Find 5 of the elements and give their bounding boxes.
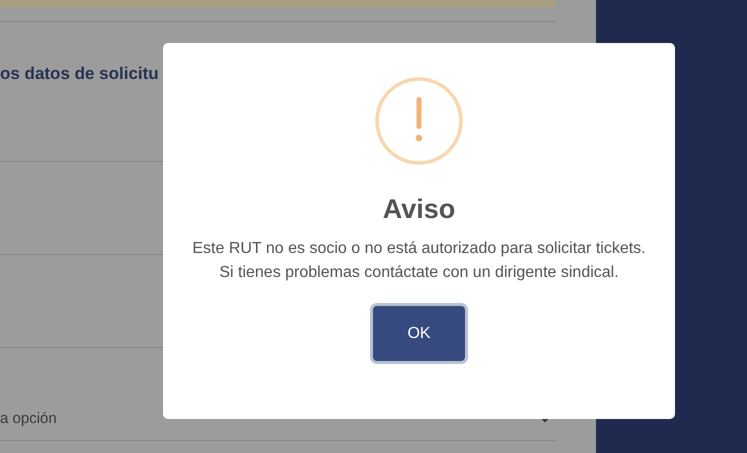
ok-button[interactable]: OK	[373, 306, 465, 362]
dialog-message: Este RUT no es socio o no está autorizado para solicitar tickets. Si tienes problemas contáctate con un dirigente sindical.	[191, 239, 647, 283]
dialog-title: Aviso	[382, 193, 456, 226]
section-heading: os datos de solicitu	[0, 63, 159, 84]
warning-icon	[375, 77, 463, 165]
